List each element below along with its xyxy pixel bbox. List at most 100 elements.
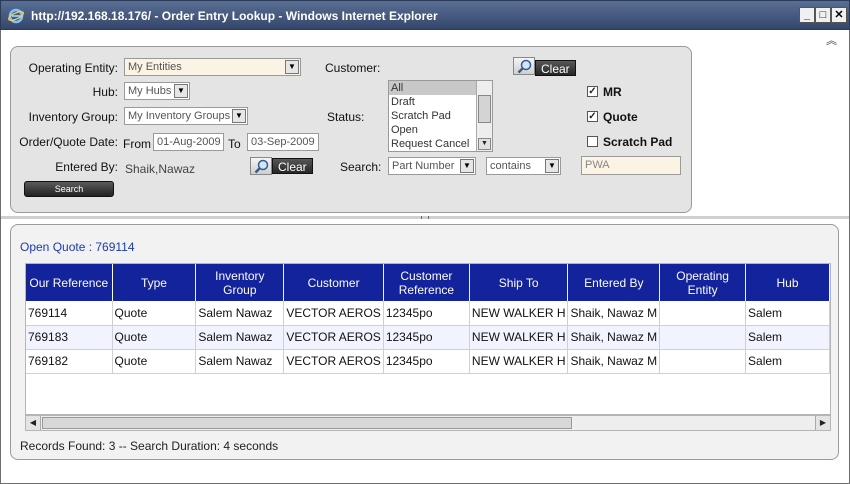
inventory-group-select[interactable]: My Inventory Groups ▼ [124,107,248,125]
results-table: Our Reference Type Inventory Group Customer… [26,264,830,374]
table-cell: VECTOR AEROS [283,349,384,374]
entered-by-value: Shaik,Nawaz [125,162,196,176]
operating-entity-value: My Entities [128,61,182,73]
column-header[interactable]: Ship To [469,264,569,301]
column-header[interactable]: Customer Reference [383,264,470,301]
table-cell: Quote [112,325,197,350]
magnifier-icon [254,159,269,174]
search-button[interactable]: Search [24,181,114,197]
table-cell: Salem [745,325,830,350]
results-panel: Open Quote : 769114 Our Reference Type Inv… [10,224,839,460]
table-cell: Salem Nawaz [195,325,285,350]
column-header[interactable]: Customer [283,264,384,301]
status-option[interactable]: Open [389,123,476,137]
from-date-input[interactable]: 01-Aug-2009 [153,133,224,151]
table-cell: Quote [112,349,197,374]
status-scrollbar[interactable]: ▼ [476,81,492,151]
table-cell: Salem Nawaz [195,301,285,326]
scratch-pad-checkbox[interactable] [587,136,598,147]
quote-checkbox-label: Quote [603,110,638,124]
search-field-value: Part Number [392,160,455,172]
customer-label: Customer: [325,61,381,75]
scroll-right-icon[interactable]: ▶ [815,416,830,430]
results-horizontal-scrollbar[interactable]: ◀ ▶ [25,415,831,431]
table-cell: NEW WALKER H [469,349,569,374]
window-title: http://192.168.18.176/ - Order Entry Loo… [31,9,438,23]
column-header[interactable]: Type [112,264,197,301]
table-cell: Shaik, Nawaz M [567,325,661,350]
search-field-select[interactable]: Part Number ▼ [388,157,476,175]
column-header[interactable]: Entered By [567,264,661,301]
status-option[interactable]: Draft [389,95,476,109]
table-cell: 12345po [383,325,470,350]
search-operator-value: contains [490,160,531,172]
close-button[interactable]: ✕ [831,7,847,23]
to-date-input[interactable]: 03-Sep-2009 [247,133,319,151]
magnifier-icon [517,59,532,74]
operating-entity-label: Operating Entity: [28,61,118,75]
from-label: From [123,137,151,151]
search-operator-select[interactable]: contains ▼ [486,157,561,175]
operating-entity-select[interactable]: My Entities ▼ [124,58,301,76]
table-row[interactable]: 769183 Quote Salem Nawaz VECTOR AEROS 12345p… [26,325,830,350]
column-header[interactable]: Operating Entity [659,264,747,301]
table-header-row: Our Reference Type Inventory Group Customer… [26,264,830,301]
scrollbar-thumb[interactable] [478,95,491,123]
table-row[interactable]: 769114 Quote Salem Nawaz VECTOR AEROS 12345p… [26,301,830,326]
table-cell: VECTOR AEROS [283,301,384,326]
status-label: Status: [327,110,365,124]
order-date-label: Order/Quote Date: [19,135,118,149]
entered-by-lookup-button[interactable] [250,157,272,175]
search-label: Search: [340,160,382,174]
mr-checkbox[interactable]: ✓ [587,86,598,97]
customer-lookup-button[interactable] [513,57,535,75]
inventory-group-label: Inventory Group: [28,110,118,124]
table-cell: Salem [745,349,830,374]
status-option[interactable]: Request Cancel [389,137,476,151]
status-option[interactable]: All [389,81,476,95]
results-grid: Our Reference Type Inventory Group Customer… [25,263,831,415]
scroll-down-icon[interactable]: ▼ [478,138,491,150]
entered-by-clear-button[interactable]: Clear [272,158,313,174]
maximize-button[interactable]: □ [815,7,831,23]
table-cell: VECTOR AEROS [283,325,384,350]
page-frame: ︽ Operating Entity: My Entities ▼ Hub: M… [0,30,850,484]
panel-splitter[interactable] [1,216,849,219]
search-text-input[interactable]: PWA [581,156,681,175]
entered-by-label: Entered By: [55,160,118,174]
column-header[interactable]: Hub [745,264,830,301]
ie-logo-icon [8,8,24,24]
status-listbox[interactable]: All Draft Scratch Pad Open Request Cance… [388,80,493,152]
column-header[interactable]: Inventory Group [195,264,285,301]
table-cell: Salem [745,301,830,326]
table-cell: NEW WALKER H [469,301,569,326]
dropdown-arrow-icon: ▼ [545,159,559,173]
table-cell: 769114 [26,301,113,326]
hub-select[interactable]: My Hubs ▼ [124,82,190,100]
dropdown-arrow-icon: ▼ [285,60,299,74]
minimize-button[interactable]: _ [799,7,815,23]
table-cell: 769182 [26,349,113,374]
table-row[interactable]: 769182 Quote Salem Nawaz VECTOR AEROS 12345p… [26,349,830,374]
status-option[interactable]: Scratch Pad [389,109,476,123]
table-cell: 769183 [26,325,113,350]
dropdown-arrow-icon: ▼ [460,159,474,173]
column-header[interactable]: Our Reference [26,264,113,301]
scrollbar-thumb[interactable] [42,417,572,429]
open-quote-link[interactable]: Open Quote : 769114 [20,240,135,254]
table-cell [659,301,747,326]
scroll-left-icon[interactable]: ◀ [26,416,41,430]
dropdown-arrow-icon: ▼ [174,84,188,98]
records-status-text: Records Found: 3 -- Search Duration: 4 s… [20,439,279,453]
table-cell: 12345po [383,301,470,326]
quote-checkbox[interactable]: ✓ [587,111,598,122]
splitter-grip[interactable] [421,216,429,219]
chevron-double-up-icon[interactable]: ︽ [826,32,837,48]
table-cell [659,349,747,374]
scratch-pad-checkbox-label: Scratch Pad [603,135,673,149]
inventory-group-value: My Inventory Groups [128,110,231,122]
customer-clear-button[interactable]: Clear [535,60,576,76]
table-cell [659,325,747,350]
table-cell: Shaik, Nawaz M [567,301,661,326]
table-cell: Shaik, Nawaz M [567,349,661,374]
